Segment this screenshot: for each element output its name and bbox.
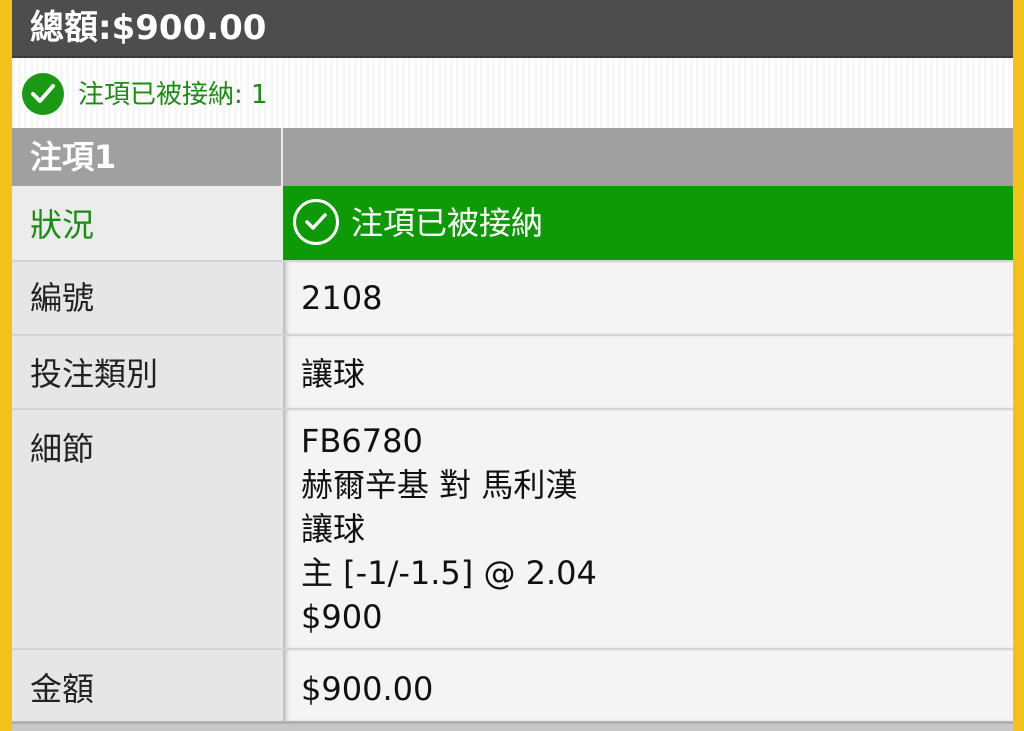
check-circle-icon [293,199,339,245]
bet-slip-panel: 總額:$900.00 注項已被接納: 1 注項1 狀況 注項已被接納 編號 21… [12,0,1013,731]
check-circle-icon [22,73,64,115]
amount-label: 金額 [30,670,95,708]
bet-type-row: 投注類別 讓球 [12,336,1013,410]
status-value-cell: 注項已被接納 [283,186,1013,260]
details-row: 細節 FB6780 赫爾辛基 對 馬利漢 讓球 主 [-1/-1.5] @ 2.… [12,410,1013,650]
top-bar: 總額:$900.00 [12,0,1013,58]
bottom-edge [12,724,1013,731]
acceptance-notice: 注項已被接納: 1 [12,58,1013,128]
amount-value: $900.00 [301,670,434,708]
details-label: 細節 [30,430,95,468]
section-title: 注項1 [30,138,117,176]
total-amount: 總額:$900.00 [30,8,267,48]
details-line-teams: 赫爾辛基 對 馬利漢 [301,466,578,504]
bet-type-label: 投注類別 [30,355,159,393]
amount-row: 金額 $900.00 [12,650,1013,724]
bet-id-label: 編號 [30,279,95,317]
header-divider [281,128,283,186]
status-row: 狀況 注項已被接納 [12,186,1013,262]
bet-id-value: 2108 [301,279,383,317]
details-line-bet-type: 讓球 [301,510,366,548]
status-label: 狀況 [30,206,95,244]
details-line-stake: $900 [301,598,383,636]
details-value: FB6780 赫爾辛基 對 馬利漢 讓球 主 [-1/-1.5] @ 2.04 … [301,419,597,639]
bet-id-cell [283,262,1013,334]
details-line-handicap-odds: 主 [-1/-1.5] @ 2.04 [301,554,597,592]
status-value: 注項已被接納 [351,204,544,242]
bet-type-cell [283,336,1013,408]
notice-text: 注項已被接納: 1 [78,80,268,110]
details-line-match-code: FB6780 [301,422,423,460]
bet-type-value: 讓球 [301,355,366,393]
bet-id-row: 編號 2108 [12,262,1013,336]
bet-section-header: 注項1 [12,128,1013,186]
